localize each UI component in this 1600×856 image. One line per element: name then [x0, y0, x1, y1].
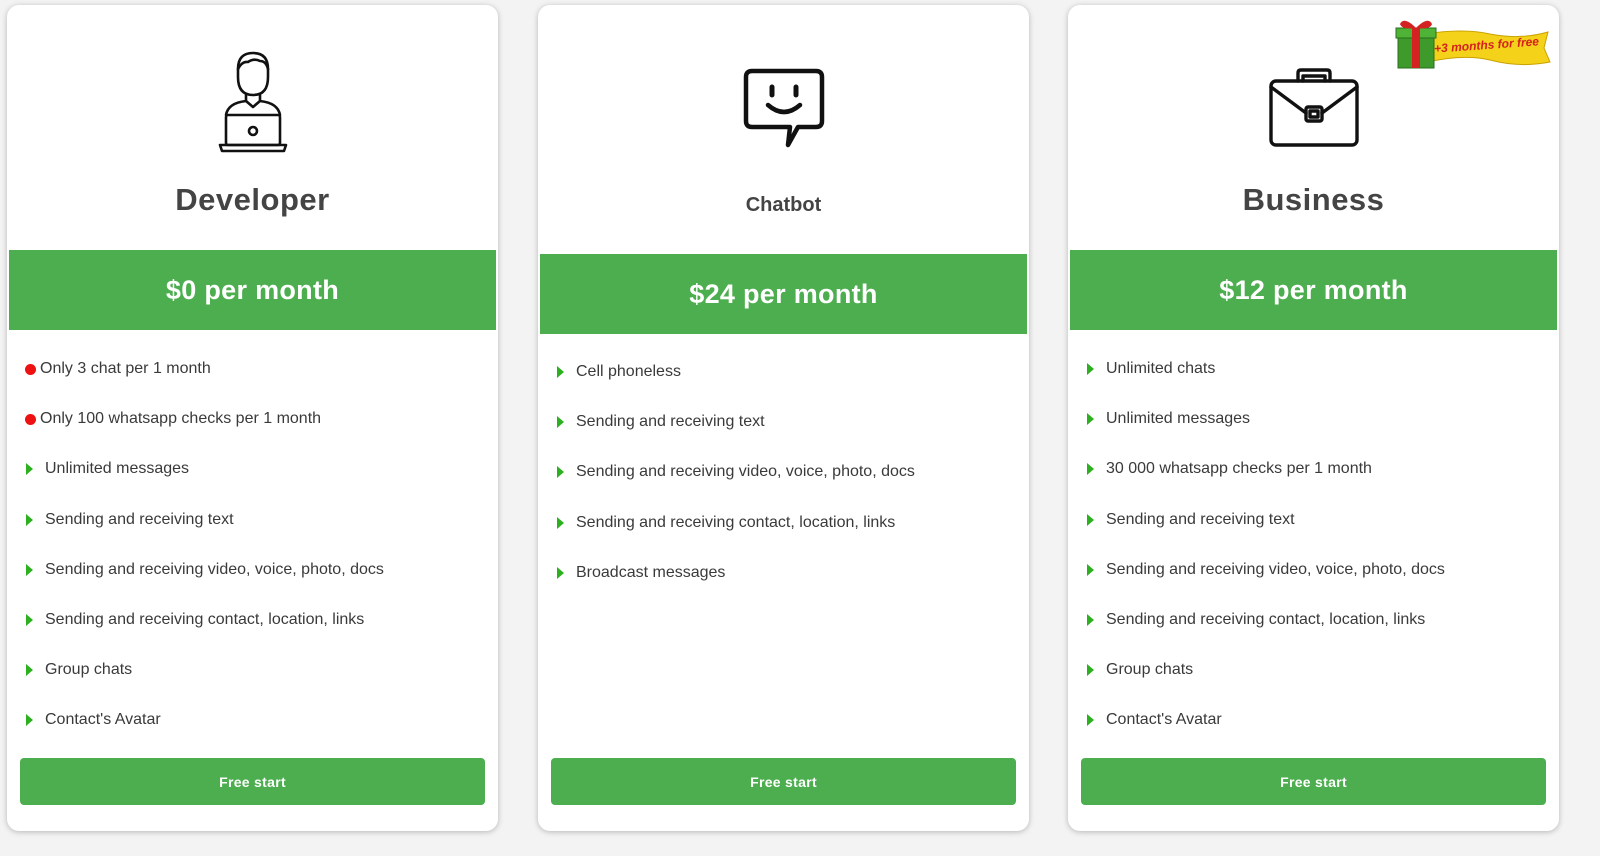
green-triangle-icon	[24, 513, 45, 526]
green-triangle-icon	[1085, 563, 1106, 576]
feature-label: Sending and receiving video, voice, phot…	[1106, 560, 1445, 578]
plan-price: $24 per month	[540, 254, 1027, 334]
feature-label: Sending and receiving text	[1106, 510, 1295, 528]
feature-item: Contact's Avatar	[1085, 695, 1549, 745]
developer-laptop-icon	[7, 47, 498, 155]
feature-label: Contact's Avatar	[45, 711, 161, 729]
feature-item: Only 3 chat per 1 month	[24, 344, 488, 394]
feature-item: Contact's Avatar	[24, 695, 488, 745]
feature-label: Only 3 chat per 1 month	[40, 360, 211, 378]
feature-item: Cell phoneless	[555, 347, 1019, 397]
feature-label: Unlimited messages	[1106, 410, 1251, 428]
green-triangle-icon	[555, 366, 576, 379]
free-start-button[interactable]: Free start	[1081, 758, 1546, 805]
feature-label: Cell phoneless	[576, 363, 681, 381]
feature-label: Sending and receiving contact, location,…	[45, 611, 365, 629]
plan-title: Developer	[175, 182, 330, 217]
green-triangle-icon	[1085, 513, 1106, 526]
feature-item: Sending and receiving contact, location,…	[1085, 595, 1549, 645]
feature-item: Group chats	[1085, 645, 1549, 695]
green-triangle-icon	[24, 614, 45, 627]
plan-price: $12 per month	[1070, 250, 1557, 330]
feature-item: Sending and receiving text	[24, 495, 488, 545]
green-triangle-icon	[555, 516, 576, 529]
green-triangle-icon	[24, 664, 45, 677]
feature-item: Sending and receiving video, voice, phot…	[24, 545, 488, 595]
plan-card-chatbot: Chatbot $24 per month Cell phoneless Sen…	[538, 5, 1029, 831]
green-triangle-icon	[1085, 714, 1106, 727]
plan-title: Business	[1242, 182, 1385, 217]
feature-label: Broadcast messages	[576, 563, 726, 581]
feature-item: Sending and receiving video, voice, phot…	[1085, 545, 1549, 595]
feature-label: Sending and receiving contact, location,…	[576, 513, 896, 531]
feature-label: Group chats	[1106, 661, 1194, 679]
feature-label: Contact's Avatar	[1106, 711, 1222, 729]
green-triangle-icon	[24, 463, 45, 476]
feature-item: Only 100 whatsapp checks per 1 month	[24, 394, 488, 444]
free-start-button[interactable]: Free start	[20, 758, 485, 805]
feature-item: Sending and receiving text	[1085, 495, 1549, 545]
feature-label: Sending and receiving contact, location,…	[1106, 611, 1426, 629]
free-start-button[interactable]: Free start	[551, 758, 1016, 805]
plan-title: Chatbot	[745, 194, 822, 216]
feature-item: Group chats	[24, 645, 488, 695]
feature-label: Group chats	[45, 661, 133, 679]
feature-list: Cell phoneless Sending and receiving tex…	[555, 347, 1019, 598]
feature-label: Sending and receiving text	[576, 413, 765, 431]
feature-item: Unlimited messages	[1085, 394, 1549, 444]
feature-label: 30 000 whatsapp checks per 1 month	[1106, 460, 1372, 478]
feature-item: Broadcast messages	[555, 548, 1019, 598]
feature-item: Sending and receiving contact, location,…	[24, 595, 488, 645]
feature-list: Only 3 chat per 1 month Only 100 whatsap…	[24, 344, 488, 746]
green-triangle-icon	[1085, 614, 1106, 627]
plan-card-business: Business $12 per month Unlimited chats U…	[1068, 5, 1559, 831]
feature-label: Sending and receiving video, voice, phot…	[45, 560, 384, 578]
green-triangle-icon	[555, 466, 576, 479]
green-triangle-icon	[1085, 463, 1106, 476]
feature-item: Unlimited messages	[24, 444, 488, 494]
red-dot-icon	[24, 413, 40, 425]
feature-label: Sending and receiving text	[45, 510, 234, 528]
green-triangle-icon	[1085, 413, 1106, 426]
gift-ribbon-badge: +3 months for free	[1394, 14, 1554, 74]
feature-label: Only 100 whatsapp checks per 1 month	[40, 410, 322, 428]
feature-item: Sending and receiving text	[555, 397, 1019, 447]
feature-item: 30 000 whatsapp checks per 1 month	[1085, 444, 1549, 494]
green-triangle-icon	[24, 714, 45, 727]
red-dot-icon	[24, 363, 40, 375]
feature-label: Sending and receiving video, voice, phot…	[576, 463, 915, 481]
green-triangle-icon	[555, 416, 576, 429]
green-triangle-icon	[1085, 363, 1106, 376]
feature-item: Sending and receiving video, voice, phot…	[555, 447, 1019, 497]
green-triangle-icon	[1085, 664, 1106, 677]
feature-label: Unlimited messages	[45, 460, 190, 478]
green-triangle-icon	[555, 566, 576, 579]
green-triangle-icon	[24, 563, 45, 576]
plan-card-developer: Developer $0 per month Only 3 chat per 1…	[7, 5, 498, 831]
plan-price: $0 per month	[9, 250, 496, 330]
chatbot-smile-icon	[538, 53, 1029, 161]
feature-item: Unlimited chats	[1085, 344, 1549, 394]
feature-label: Unlimited chats	[1106, 360, 1216, 378]
feature-list: Unlimited chats Unlimited messages 30 00…	[1085, 344, 1549, 746]
feature-item: Sending and receiving contact, location,…	[555, 498, 1019, 548]
